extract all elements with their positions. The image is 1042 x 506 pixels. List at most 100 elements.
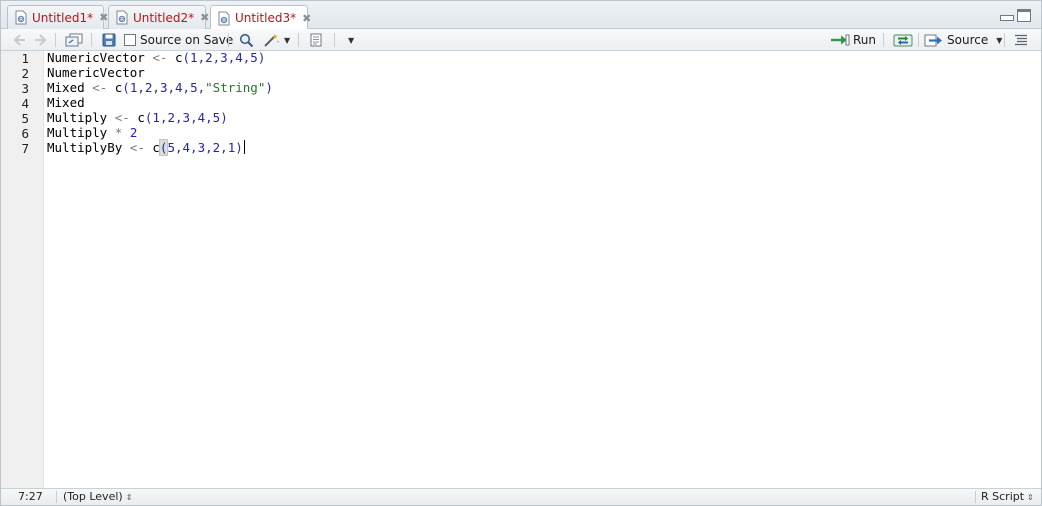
- line-number: 6: [21, 126, 29, 141]
- code-token: 2: [129, 125, 138, 140]
- updown-icon: ⇕: [125, 493, 133, 502]
- code-token: 4: [182, 140, 191, 155]
- code-token: 3: [182, 110, 191, 125]
- rerun-icon[interactable]: [893, 31, 913, 49]
- chevron-down-icon[interactable]: ▼: [348, 36, 354, 45]
- toolbar-divider: [918, 33, 919, 47]
- chevron-down-icon[interactable]: ▼: [996, 36, 1002, 45]
- code-token: Multiply: [47, 125, 108, 140]
- line-number-gutter: 1 2 3 4 5 6 7: [1, 51, 44, 488]
- code-token: ,: [190, 140, 198, 155]
- source-button[interactable]: Source ▼: [924, 31, 1002, 49]
- svg-text:R: R: [19, 17, 23, 23]
- code-token: <-: [129, 140, 145, 155]
- r-document-icon: R: [217, 11, 231, 26]
- code-token: 2: [205, 50, 213, 65]
- document-outline-icon[interactable]: [1014, 31, 1028, 49]
- code-line[interactable]: Multiply <- c(1,2,3,4,5): [47, 110, 228, 125]
- file-type-label: R Script: [981, 490, 1025, 503]
- code-token: <-: [114, 110, 130, 125]
- code-token: 4: [197, 110, 206, 125]
- code-token: ,: [152, 80, 160, 95]
- code-token: ,: [167, 80, 176, 95]
- toolbar-divider: [55, 33, 56, 47]
- code-line[interactable]: NumericVector <- c(1,2,3,4,5): [47, 50, 265, 65]
- close-tab-icon[interactable]: ✖: [302, 12, 311, 25]
- code-token: ): [235, 140, 243, 155]
- scope-label: (Top Level): [63, 490, 123, 503]
- svg-text:R: R: [222, 18, 226, 24]
- tab-bar: R Untitled1* ✖ R Untitled2* ✖ R Untitled…: [1, 1, 1041, 30]
- code-token: 2: [167, 110, 175, 125]
- back-arrow-icon[interactable]: [13, 31, 27, 49]
- code-token: MultiplyBy: [47, 140, 123, 155]
- code-token: 4: [235, 50, 243, 65]
- more-options-dropdown[interactable]: ▼: [345, 31, 354, 49]
- code-token: (: [182, 50, 191, 65]
- code-line[interactable]: Mixed <- c(1,2,3,4,5,"String"): [47, 80, 273, 95]
- rstudio-source-pane: R Untitled1* ✖ R Untitled2* ✖ R Untitled…: [0, 0, 1042, 506]
- code-token: <-: [152, 50, 168, 65]
- cursor-position: 7:27: [18, 490, 43, 503]
- code-token: ,: [175, 110, 183, 125]
- file-type-selector[interactable]: R Script ⇕: [981, 490, 1034, 504]
- code-token: ,: [182, 80, 191, 95]
- code-token: ,: [197, 50, 206, 65]
- code-token: 1: [190, 50, 198, 65]
- code-editor[interactable]: NumericVector <- c(1,2,3,4,5) NumericVec…: [47, 50, 1037, 488]
- status-divider: [975, 491, 976, 503]
- code-token: ,: [190, 110, 198, 125]
- source-on-save-checkbox[interactable]: Source on Save: [124, 31, 233, 49]
- code-token: ,: [174, 140, 183, 155]
- toolbar-divider: [1004, 33, 1005, 47]
- code-token: 1: [152, 110, 160, 125]
- code-token: ,: [197, 80, 206, 95]
- minimize-pane-icon[interactable]: [999, 10, 1014, 22]
- code-line[interactable]: MultiplyBy <- c(5,4,3,2,1): [47, 139, 245, 156]
- tab-untitled1[interactable]: R Untitled1* ✖: [7, 5, 108, 29]
- compile-report-icon[interactable]: [309, 31, 323, 49]
- toolbar-divider: [91, 33, 92, 47]
- chevron-down-icon[interactable]: ▼: [284, 36, 290, 45]
- tab-label: Untitled1*: [32, 10, 94, 25]
- run-button[interactable]: Run: [830, 31, 876, 49]
- save-icon[interactable]: [102, 31, 116, 49]
- code-token: 3: [220, 50, 228, 65]
- tab-untitled3[interactable]: R Untitled3* ✖: [210, 5, 311, 30]
- code-line[interactable]: Multiply * 2: [47, 125, 137, 140]
- toolbar-divider: [298, 33, 299, 47]
- show-in-window-icon[interactable]: [65, 31, 83, 49]
- code-line[interactable]: NumericVector: [47, 65, 145, 80]
- code-token: 5: [190, 80, 198, 95]
- code-token: <-: [92, 80, 108, 95]
- code-token: Multiply: [47, 110, 108, 125]
- scope-selector[interactable]: (Top Level) ⇕: [63, 490, 132, 504]
- code-line[interactable]: Mixed: [47, 95, 85, 110]
- r-document-icon: R: [14, 10, 28, 25]
- checkbox-box[interactable]: [124, 34, 136, 46]
- line-number: 1: [21, 51, 29, 66]
- code-tools-wand-icon[interactable]: ▼: [263, 31, 290, 49]
- status-bar: 7:27 (Top Level) ⇕ R Script ⇕: [1, 488, 1041, 505]
- tab-label: Untitled2*: [133, 10, 195, 25]
- tab-untitled2[interactable]: R Untitled2* ✖: [108, 5, 209, 29]
- code-token: 5: [250, 50, 258, 65]
- editor-toolbar: Source on Save ▼ ▼ Run Source ▼: [1, 29, 1041, 51]
- search-icon[interactable]: [239, 31, 254, 49]
- code-token: 5: [167, 140, 175, 155]
- code-token: ,: [137, 80, 145, 95]
- code-token: 3: [197, 140, 206, 155]
- close-tab-icon[interactable]: ✖: [99, 11, 108, 24]
- close-tab-icon[interactable]: ✖: [200, 11, 209, 24]
- forward-arrow-icon[interactable]: [33, 31, 47, 49]
- code-token: ): [257, 50, 266, 65]
- toolbar-divider: [228, 33, 229, 47]
- toolbar-divider: [334, 33, 335, 47]
- maximize-pane-icon[interactable]: [1017, 9, 1031, 22]
- code-token: Mixed: [47, 80, 85, 95]
